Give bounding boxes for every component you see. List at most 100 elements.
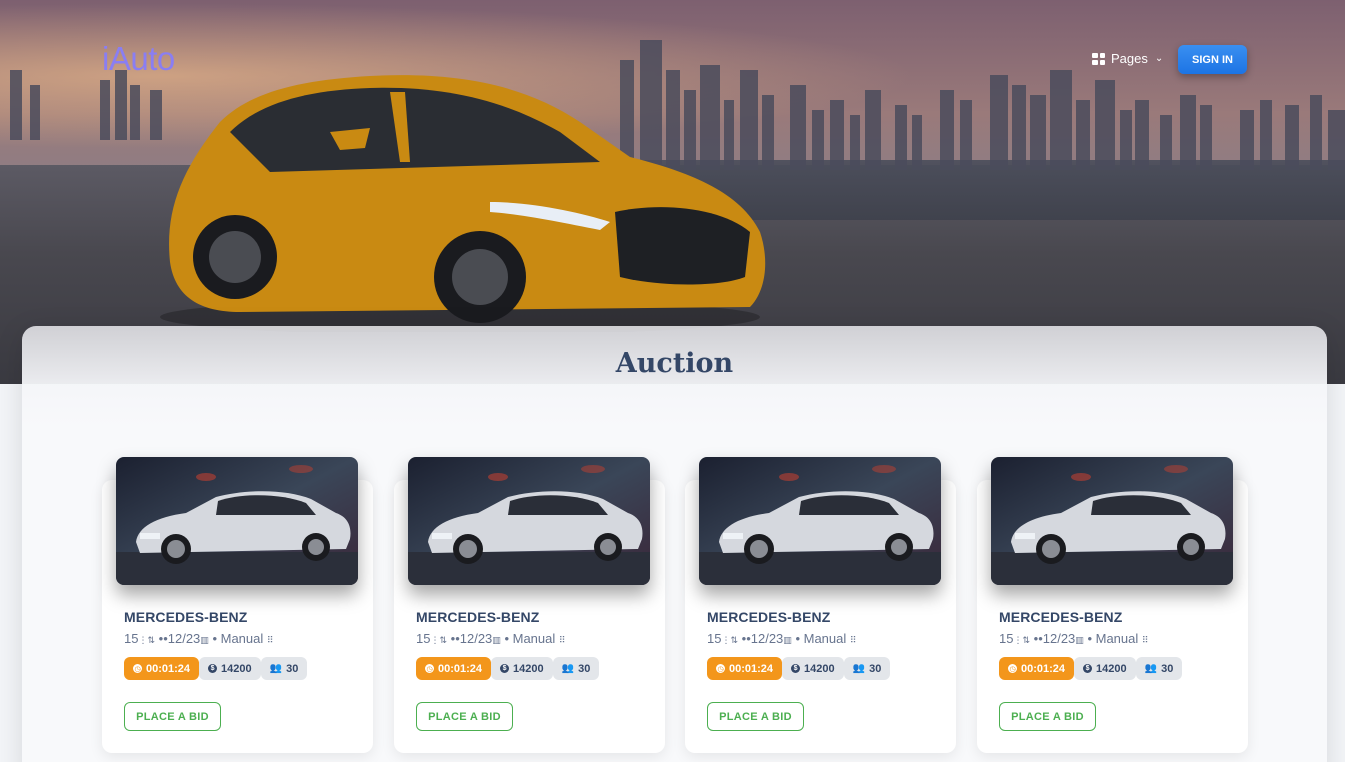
separator: • bbox=[1087, 631, 1092, 646]
price-badge: $ 14200 bbox=[782, 657, 844, 680]
fuel-icon: ▥ bbox=[492, 635, 501, 645]
place-bid-button[interactable]: PLACE A BID bbox=[707, 702, 804, 731]
car-image[interactable] bbox=[699, 457, 941, 585]
transmission-value: Manual bbox=[803, 631, 847, 646]
bidders-badge: 👥 30 bbox=[552, 657, 600, 680]
gearbox-icon: ⠿ bbox=[266, 635, 274, 645]
coin-icon: $ bbox=[791, 664, 801, 673]
clock-icon: ◷ bbox=[133, 664, 142, 673]
car-photo-graphic bbox=[991, 457, 1233, 585]
timer-badge: ◷ 00:01:24 bbox=[124, 657, 200, 680]
place-bid-button[interactable]: PLACE A BID bbox=[999, 702, 1096, 731]
car-name: MERCEDES-BENZ bbox=[707, 609, 831, 625]
calendar-icon: ⋮⇅ bbox=[430, 635, 448, 645]
price-value: 14200 bbox=[513, 662, 544, 675]
brand-logo[interactable]: iAuto bbox=[102, 40, 175, 78]
coin-icon: $ bbox=[208, 664, 218, 673]
hero-car-image bbox=[160, 75, 766, 332]
nav-pages-dropdown[interactable]: Pages ⌄ bbox=[1092, 51, 1163, 66]
card-badges: ◷ 00:01:24 $ 14200 👥 30 bbox=[707, 657, 891, 680]
bidders-value: 30 bbox=[1161, 662, 1174, 675]
auction-card: MERCEDES-BENZ 15⋮⇅ ••12/23▥ • Manual ⠿ ◷… bbox=[685, 457, 956, 753]
fuel-icon: ▥ bbox=[783, 635, 792, 645]
car-name: MERCEDES-BENZ bbox=[999, 609, 1123, 625]
users-icon: 👥 bbox=[852, 663, 866, 674]
year-value: 15 bbox=[999, 631, 1014, 646]
clock-icon: ◷ bbox=[425, 664, 434, 673]
timer-value: 00:01:24 bbox=[438, 662, 483, 675]
place-bid-button[interactable]: PLACE A BID bbox=[416, 702, 513, 731]
separator: • bbox=[212, 631, 217, 646]
card-badges: ◷ 00:01:24 $ 14200 👥 30 bbox=[124, 657, 308, 680]
timer-value: 00:01:24 bbox=[729, 662, 774, 675]
timer-badge: ◷ 00:01:24 bbox=[707, 657, 783, 680]
gearbox-icon: ⠿ bbox=[558, 635, 566, 645]
date-value: 12/23 bbox=[167, 631, 201, 646]
timer-value: 00:01:24 bbox=[1021, 662, 1066, 675]
separator: •• bbox=[741, 631, 751, 646]
calendar-icon: ⋮⇅ bbox=[1013, 635, 1031, 645]
price-badge: $ 14200 bbox=[1074, 657, 1136, 680]
year-value: 15 bbox=[707, 631, 722, 646]
car-specs: 15⋮⇅ ••12/23▥ • Manual ⠿ bbox=[999, 631, 1148, 646]
users-icon: 👥 bbox=[269, 663, 283, 674]
car-photo-graphic bbox=[116, 457, 358, 585]
bidders-badge: 👥 30 bbox=[1135, 657, 1183, 680]
gearbox-icon: ⠿ bbox=[849, 635, 857, 645]
bidders-value: 30 bbox=[578, 662, 591, 675]
clock-icon: ◷ bbox=[1008, 664, 1017, 673]
car-specs: 15⋮⇅ ••12/23▥ • Manual ⠿ bbox=[124, 631, 273, 646]
price-value: 14200 bbox=[804, 662, 835, 675]
bidders-value: 30 bbox=[286, 662, 299, 675]
card-badges: ◷ 00:01:24 $ 14200 👥 30 bbox=[999, 657, 1183, 680]
timer-badge: ◷ 00:01:24 bbox=[999, 657, 1075, 680]
date-value: 12/23 bbox=[750, 631, 784, 646]
chevron-down-icon: ⌄ bbox=[1154, 53, 1164, 64]
bidders-badge: 👥 30 bbox=[260, 657, 308, 680]
clock-icon: ◷ bbox=[716, 664, 725, 673]
separator: • bbox=[504, 631, 509, 646]
place-bid-button[interactable]: PLACE A BID bbox=[124, 702, 221, 731]
car-name: MERCEDES-BENZ bbox=[416, 609, 540, 625]
bidders-badge: 👥 30 bbox=[843, 657, 891, 680]
calendar-icon: ⋮⇅ bbox=[138, 635, 156, 645]
separator: • bbox=[795, 631, 800, 646]
separator: •• bbox=[158, 631, 168, 646]
auction-card: MERCEDES-BENZ 15⋮⇅ ••12/23▥ • Manual ⠿ ◷… bbox=[977, 457, 1248, 753]
users-icon: 👥 bbox=[1144, 663, 1158, 674]
price-value: 14200 bbox=[1096, 662, 1127, 675]
year-value: 15 bbox=[124, 631, 139, 646]
car-photo-graphic bbox=[699, 457, 941, 585]
date-value: 12/23 bbox=[1042, 631, 1076, 646]
card-badges: ◷ 00:01:24 $ 14200 👥 30 bbox=[416, 657, 600, 680]
transmission-value: Manual bbox=[512, 631, 556, 646]
grid-icon bbox=[1092, 52, 1105, 65]
gearbox-icon: ⠿ bbox=[1141, 635, 1149, 645]
timer-value: 00:01:24 bbox=[146, 662, 191, 675]
year-value: 15 bbox=[416, 631, 431, 646]
coin-icon: $ bbox=[1083, 664, 1093, 673]
price-value: 14200 bbox=[221, 662, 252, 675]
calendar-icon: ⋮⇅ bbox=[721, 635, 739, 645]
car-name: MERCEDES-BENZ bbox=[124, 609, 248, 625]
users-icon: 👥 bbox=[561, 663, 575, 674]
separator: •• bbox=[1033, 631, 1043, 646]
car-image[interactable] bbox=[116, 457, 358, 585]
sign-in-button[interactable]: SIGN IN bbox=[1178, 45, 1247, 74]
car-photo-graphic bbox=[408, 457, 650, 585]
fuel-icon: ▥ bbox=[1075, 635, 1084, 645]
transmission-value: Manual bbox=[220, 631, 264, 646]
auction-card: MERCEDES-BENZ 15⋮⇅ ••12/23▥ • Manual ⠿ ◷… bbox=[102, 457, 373, 753]
price-badge: $ 14200 bbox=[199, 657, 261, 680]
page-title: Auction bbox=[615, 348, 734, 379]
car-image[interactable] bbox=[408, 457, 650, 585]
date-value: 12/23 bbox=[459, 631, 493, 646]
car-image[interactable] bbox=[991, 457, 1233, 585]
separator: •• bbox=[450, 631, 460, 646]
timer-badge: ◷ 00:01:24 bbox=[416, 657, 492, 680]
transmission-value: Manual bbox=[1095, 631, 1139, 646]
fuel-icon: ▥ bbox=[200, 635, 209, 645]
car-specs: 15⋮⇅ ••12/23▥ • Manual ⠿ bbox=[707, 631, 856, 646]
bidders-value: 30 bbox=[869, 662, 882, 675]
price-badge: $ 14200 bbox=[491, 657, 553, 680]
